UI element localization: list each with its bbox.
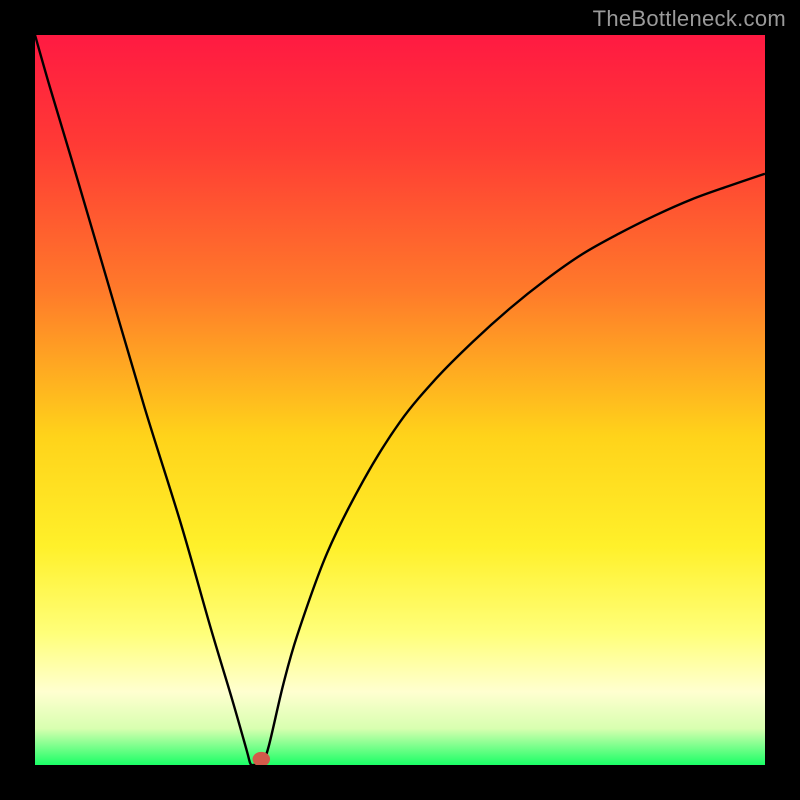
gradient-background xyxy=(35,35,765,765)
chart-svg xyxy=(35,35,765,765)
plot-area xyxy=(35,35,765,765)
watermark-text: TheBottleneck.com xyxy=(593,6,786,32)
chart-frame: TheBottleneck.com xyxy=(0,0,800,800)
